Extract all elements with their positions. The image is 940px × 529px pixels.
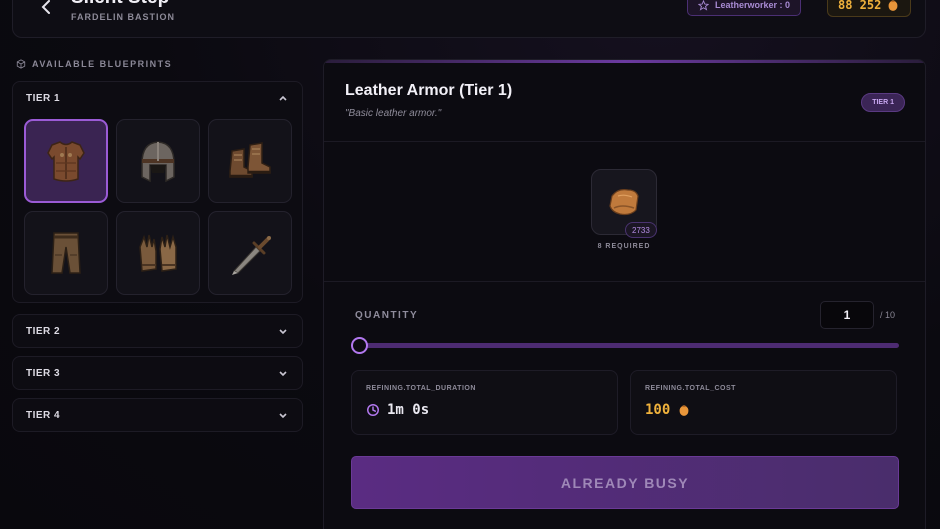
material-required: 8 REQUIRED	[597, 243, 651, 250]
tier-chip: TIER 1	[861, 93, 905, 112]
cost-value: 100	[645, 402, 671, 418]
blueprint-leather-armor[interactable]	[24, 119, 108, 203]
pants-icon	[51, 232, 81, 274]
tier-4-label: TIER 4	[26, 409, 61, 421]
divider	[324, 141, 925, 142]
gloves-icon	[139, 234, 177, 272]
top-header: Silent Step FARDELIN BASTION Leatherwork…	[12, 0, 926, 38]
profession-label: Leatherworker : 0	[715, 0, 791, 10]
duration-value: 1m 0s	[387, 402, 430, 418]
already-busy-button[interactable]: ALREADY BUSY	[351, 456, 899, 509]
clock-icon	[367, 404, 379, 416]
profession-badge[interactable]: Leatherworker : 0	[687, 0, 802, 16]
blueprint-leather-boots[interactable]	[208, 119, 292, 203]
cost-card: REFINING.TOTAL_COST 100	[630, 370, 897, 435]
helmet-icon	[141, 141, 175, 183]
blueprint-cube-icon	[16, 59, 26, 69]
gold-balance: 88 252	[827, 0, 912, 17]
blueprint-leather-helmet[interactable]	[116, 119, 200, 203]
gold-amount: 88 252	[838, 0, 882, 12]
quantity-slider-thumb[interactable]	[351, 337, 368, 354]
blueprints-section-label: AVAILABLE BLUEPRINTS	[16, 59, 172, 69]
blueprint-dagger[interactable]	[208, 211, 292, 295]
coin-pouch-icon	[679, 405, 689, 416]
chevron-down-icon	[279, 413, 287, 419]
blueprint-leather-pants[interactable]	[24, 211, 108, 295]
divider	[324, 281, 925, 282]
chest-armor-icon	[47, 141, 85, 182]
tier-2-panel[interactable]: TIER 2	[12, 314, 303, 348]
tier-4-panel[interactable]: TIER 4	[12, 398, 303, 432]
duration-card: REFINING.TOTAL_DURATION 1m 0s	[351, 370, 618, 435]
tier-2-header[interactable]: TIER 2	[13, 315, 302, 347]
blueprint-detail-panel: Leather Armor (Tier 1) "Basic leather ar…	[323, 59, 926, 529]
star-icon	[698, 0, 709, 11]
tier-3-header[interactable]: TIER 3	[13, 357, 302, 389]
duration-value-row: 1m 0s	[366, 402, 429, 418]
dagger-icon	[232, 236, 271, 275]
quantity-label: QUANTITY	[355, 310, 419, 321]
tier-1-header[interactable]: TIER 1	[13, 82, 302, 114]
chevron-down-icon	[279, 371, 287, 377]
material-owned-count: 2733	[625, 222, 657, 238]
chevron-up-icon	[279, 95, 287, 101]
blueprint-leather-gloves[interactable]	[116, 211, 200, 295]
quantity-slider-track[interactable]	[356, 343, 899, 348]
cost-value-row: 100	[645, 402, 691, 418]
panel-accent-bar	[324, 60, 925, 63]
item-description: "Basic leather armor."	[345, 108, 442, 119]
cost-label: REFINING.TOTAL_COST	[645, 385, 736, 392]
back-button[interactable]	[37, 0, 57, 17]
boots-icon	[229, 142, 271, 178]
blueprint-grid	[24, 119, 294, 295]
quantity-max: / 10	[880, 310, 896, 320]
chevron-left-icon	[41, 0, 50, 14]
leather-hide-icon	[609, 189, 639, 216]
tier-2-label: TIER 2	[26, 325, 61, 337]
tier-3-label: TIER 3	[26, 367, 61, 379]
item-title: Leather Armor (Tier 1)	[345, 82, 513, 99]
tier-1-panel: TIER 1	[12, 81, 303, 303]
tier-1-label: TIER 1	[26, 92, 61, 104]
duration-label: REFINING.TOTAL_DURATION	[366, 385, 476, 392]
chevron-down-icon	[279, 329, 287, 335]
coin-pouch-icon	[888, 0, 898, 11]
location-subtitle: FARDELIN BASTION	[71, 12, 176, 22]
tier-4-header[interactable]: TIER 4	[13, 399, 302, 431]
quantity-input[interactable]: 1	[820, 301, 874, 329]
tier-3-panel[interactable]: TIER 3	[12, 356, 303, 390]
page-title: Silent Step	[71, 0, 169, 9]
